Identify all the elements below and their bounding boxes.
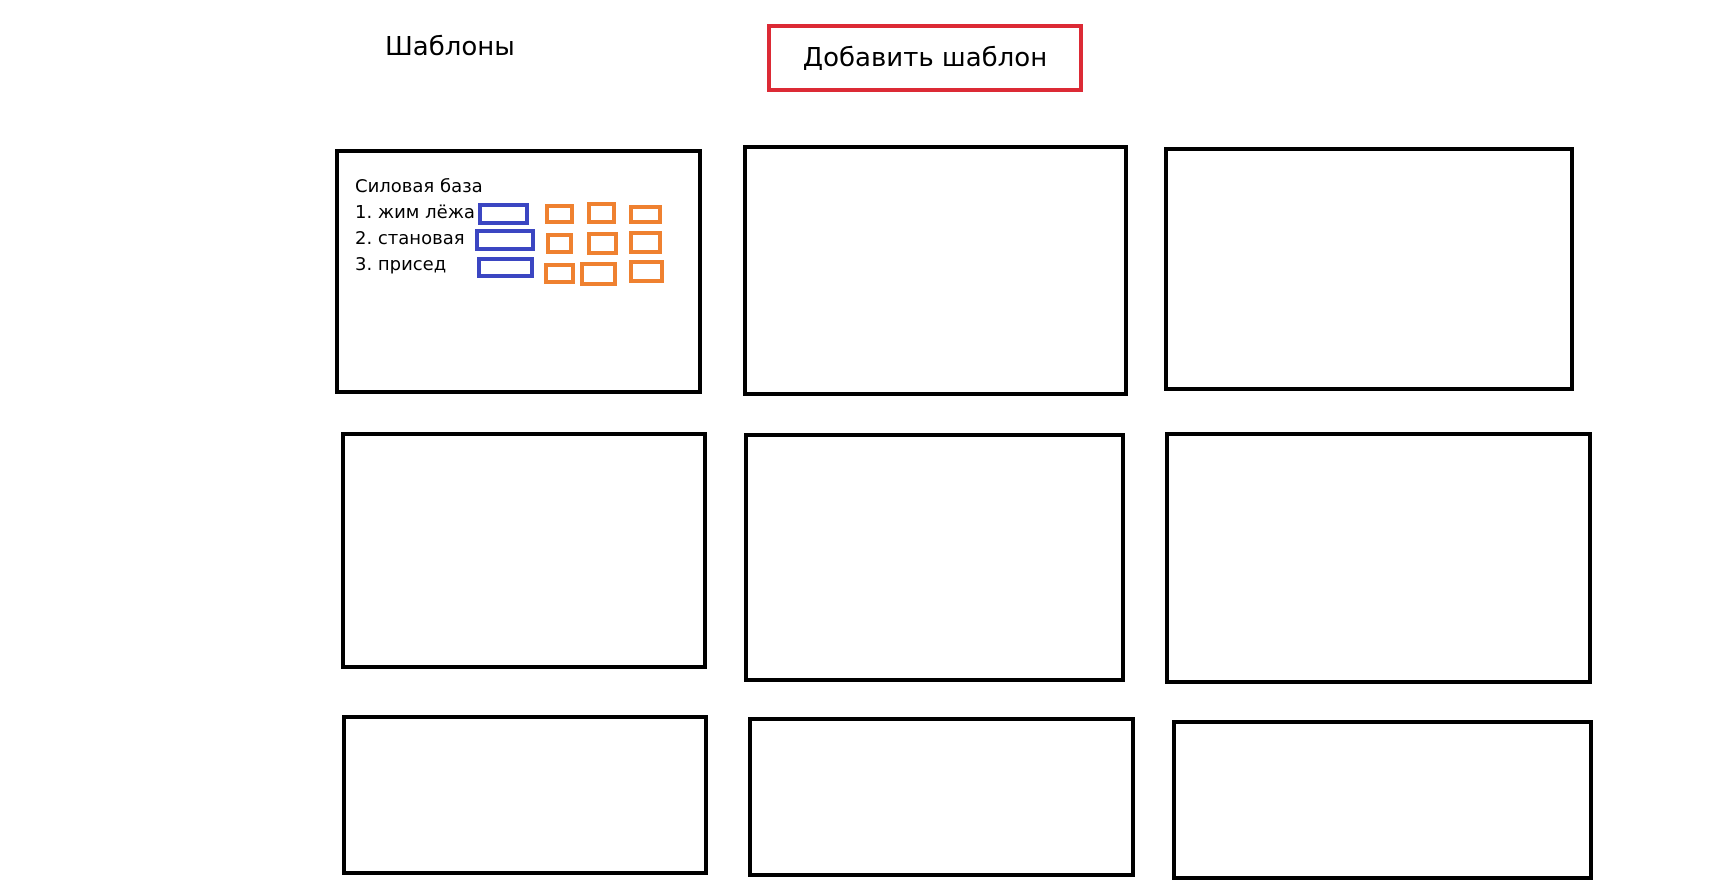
- set-reps-input[interactable]: [629, 260, 664, 283]
- empty-template-card[interactable]: [1172, 720, 1593, 880]
- exercise-weight-input[interactable]: [478, 203, 529, 225]
- set-reps-input[interactable]: [629, 205, 662, 224]
- set-reps-input[interactable]: [629, 231, 662, 254]
- set-reps-input[interactable]: [587, 232, 618, 255]
- empty-template-card[interactable]: [342, 715, 708, 875]
- empty-template-card[interactable]: [1165, 432, 1592, 684]
- empty-template-card[interactable]: [748, 717, 1135, 877]
- set-reps-input[interactable]: [580, 262, 617, 286]
- empty-template-card[interactable]: [744, 433, 1125, 682]
- template-card[interactable]: Силовая база 1. жим лёжа 2. становая 3. …: [335, 149, 702, 394]
- empty-template-card[interactable]: [341, 432, 707, 669]
- set-reps-input[interactable]: [546, 233, 573, 254]
- empty-template-card[interactable]: [743, 145, 1128, 396]
- exercise-label: 2. становая: [355, 228, 465, 249]
- set-reps-input[interactable]: [545, 204, 574, 224]
- exercise-label: 1. жим лёжа: [355, 202, 475, 223]
- add-template-button[interactable]: Добавить шаблон: [767, 24, 1083, 92]
- exercise-weight-input[interactable]: [477, 257, 534, 278]
- exercise-label: 3. присед: [355, 254, 447, 275]
- exercise-weight-input[interactable]: [475, 229, 535, 251]
- set-reps-input[interactable]: [544, 263, 575, 284]
- page-title: Шаблоны: [385, 32, 515, 62]
- empty-template-card[interactable]: [1164, 147, 1574, 391]
- set-reps-input[interactable]: [587, 202, 616, 224]
- template-title: Силовая база: [355, 176, 483, 197]
